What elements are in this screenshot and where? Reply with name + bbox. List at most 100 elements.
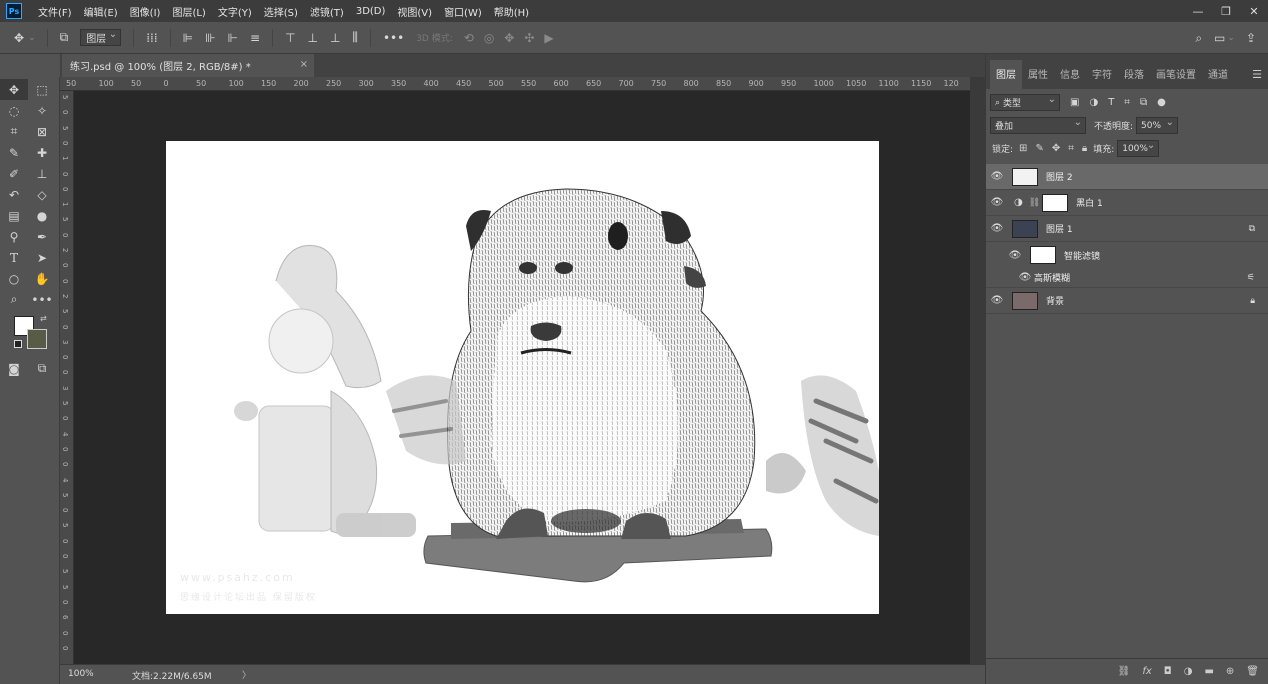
add-mask-icon[interactable]: ◘ xyxy=(1164,666,1172,677)
mask-link-icon[interactable]: ⛓︎ xyxy=(1029,198,1040,208)
transform-controls-icon[interactable]: ⁞⁞⁞ xyxy=(146,31,157,45)
distribute-vertical-icon[interactable]: ≡ xyxy=(250,31,260,45)
lock-position-icon[interactable]: ✥ xyxy=(1052,143,1060,154)
menu-help[interactable]: 帮助(H) xyxy=(488,4,535,19)
menu-view[interactable]: 视图(V) xyxy=(391,4,438,19)
new-group-icon[interactable]: ▬ xyxy=(1204,666,1213,677)
visibility-eye-icon[interactable]: 👁︎ xyxy=(1004,250,1026,261)
menu-edit[interactable]: 编辑(E) xyxy=(78,4,124,19)
lock-transparent-icon[interactable]: ⊞ xyxy=(1019,143,1027,154)
align-center-icon[interactable]: ⊪ xyxy=(205,31,215,45)
visibility-eye-icon[interactable]: 👁︎ xyxy=(986,295,1008,306)
layer-row-black-white[interactable]: 👁︎ ◑ ⛓︎ 黑白 1 xyxy=(986,190,1268,216)
blend-mode-select[interactable]: 叠加 xyxy=(990,117,1086,134)
ellipse-tool-icon[interactable]: ○ xyxy=(0,268,28,289)
menu-filter[interactable]: 滤镜(T) xyxy=(304,4,350,19)
more-options-icon[interactable]: ••• xyxy=(383,31,404,45)
visibility-eye-icon[interactable]: 👁︎ xyxy=(986,223,1008,234)
fill-input[interactable]: 100% xyxy=(1117,140,1160,157)
document-tab[interactable]: 练习.psd @ 100% (图层 2, RGB/8#) * × xyxy=(62,54,314,77)
frame-tool-icon[interactable]: ⊠ xyxy=(28,121,56,142)
document-canvas[interactable]: www.psahz.com 思缘设计论坛出品 保留版权 xyxy=(166,141,879,614)
menu-select[interactable]: 选择(S) xyxy=(258,4,304,19)
delete-layer-icon[interactable]: 🗑︎ xyxy=(1246,666,1259,677)
menu-file[interactable]: 文件(F) xyxy=(32,4,78,19)
close-tab-icon[interactable]: × xyxy=(300,59,308,70)
smart-filters-row[interactable]: 👁︎ 智能滤镜 xyxy=(986,242,1268,268)
hand-tool-icon[interactable]: ✋ xyxy=(28,268,56,289)
align-bottom-icon[interactable]: ⊥ xyxy=(330,31,340,45)
gradient-tool-icon[interactable]: ▤ xyxy=(0,205,28,226)
align-right-icon[interactable]: ⊩ xyxy=(228,31,238,45)
menu-image[interactable]: 图像(I) xyxy=(124,4,167,19)
new-layer-icon[interactable]: ⊕ xyxy=(1226,666,1234,677)
layer-row-background[interactable]: 👁︎ 背景 🔒︎ xyxy=(986,288,1268,314)
healing-brush-tool-icon[interactable]: ✚ xyxy=(28,142,56,163)
magic-wand-tool-icon[interactable]: ✧ xyxy=(28,100,56,121)
opacity-input[interactable]: 50% xyxy=(1136,117,1179,134)
eraser-tool-icon[interactable]: ◇ xyxy=(28,184,56,205)
panel-menu-icon[interactable]: ☰ xyxy=(1252,68,1262,81)
distribute-horizontal-icon[interactable]: ⫼ xyxy=(352,30,358,45)
menu-layer[interactable]: 图层(L) xyxy=(166,4,211,19)
align-top-icon[interactable]: ⊤ xyxy=(285,31,295,45)
tab-channels[interactable]: 通道 xyxy=(1202,66,1234,89)
menu-type[interactable]: 文字(Y) xyxy=(212,4,258,19)
lasso-tool-icon[interactable]: ◌ xyxy=(0,100,28,121)
tab-character[interactable]: 字符 xyxy=(1086,66,1118,89)
share-icon[interactable]: ⇪ xyxy=(1246,31,1256,45)
filter-smart-object-icon[interactable]: ⧉ xyxy=(1140,97,1147,108)
canvas-vertical-scrollbar[interactable] xyxy=(970,77,985,664)
filter-type-icon[interactable]: T xyxy=(1108,97,1114,108)
new-adjustment-icon[interactable]: ◑ xyxy=(1184,666,1193,677)
filter-toggle-icon[interactable]: ● xyxy=(1157,97,1166,108)
crop-tool-icon[interactable]: ⌗ xyxy=(0,121,28,142)
layer-filter-kind-select[interactable]: ⌕ 类型 xyxy=(990,94,1060,111)
visibility-eye-icon[interactable]: 👁︎ xyxy=(986,197,1008,208)
screen-mode-icon[interactable]: ⧉ xyxy=(28,358,56,379)
brush-tool-icon[interactable]: ✐ xyxy=(0,163,28,184)
background-color-swatch[interactable] xyxy=(27,329,47,349)
move-tool-preset-icon[interactable]: ✥ xyxy=(14,31,24,45)
lock-artboard-icon[interactable]: ⌗ xyxy=(1068,143,1074,154)
marquee-tool-icon[interactable]: ⬚ xyxy=(28,79,56,100)
history-brush-tool-icon[interactable]: ↶ xyxy=(0,184,28,205)
align-middle-icon[interactable]: ⊥ xyxy=(308,31,318,45)
canvas-area[interactable]: www.psahz.com 思缘设计论坛出品 保留版权 xyxy=(74,91,970,664)
dodge-tool-icon[interactable]: ⚲ xyxy=(0,226,28,247)
restore-icon[interactable]: ❐ xyxy=(1212,5,1240,18)
preset-chevron-icon[interactable]: ⌄ xyxy=(28,33,36,43)
layer-style-icon[interactable]: fx xyxy=(1142,666,1151,677)
tab-paragraph[interactable]: 段落 xyxy=(1118,66,1150,89)
visibility-eye-icon[interactable]: 👁︎ xyxy=(1018,272,1032,283)
filter-options-icon[interactable]: ⚟ xyxy=(1247,273,1255,283)
align-left-icon[interactable]: ⊫ xyxy=(183,31,193,45)
path-selection-tool-icon[interactable]: ➤ xyxy=(28,247,56,268)
eyedropper-tool-icon[interactable]: ✎ xyxy=(0,142,28,163)
link-layers-icon[interactable]: ⛓︎ xyxy=(1118,666,1131,677)
close-window-icon[interactable]: ✕ xyxy=(1240,5,1268,18)
move-tool-icon[interactable]: ✥ xyxy=(0,79,28,100)
search-icon[interactable]: ⌕ xyxy=(1195,31,1202,46)
auto-select-icon[interactable]: ⧉ xyxy=(60,30,69,45)
quick-mask-icon[interactable]: ◙ xyxy=(0,358,28,379)
type-tool-icon[interactable]: T xyxy=(0,247,28,268)
menu-3d[interactable]: 3D(D) xyxy=(350,6,392,17)
filter-shape-icon[interactable]: ⌗ xyxy=(1124,97,1130,108)
zoom-level[interactable]: 100% xyxy=(68,669,94,679)
lock-image-icon[interactable]: ✎ xyxy=(1035,143,1043,154)
vertical-ruler[interactable]: 5 0 5 0 1 0 0 1 5 0 2 0 0 2 5 0 3 0 0 3 5 0 4 0 0 4 5 0 5 0 0 5 5 0 6 0 0 xyxy=(60,91,74,664)
blur-tool-icon[interactable]: ● xyxy=(28,205,56,226)
default-colors-icon[interactable] xyxy=(14,340,22,348)
swap-colors-icon[interactable]: ⇄ xyxy=(40,314,47,323)
tab-info[interactable]: 信息 xyxy=(1054,66,1086,89)
minimize-icon[interactable]: — xyxy=(1184,5,1212,18)
pen-tool-icon[interactable]: ✒ xyxy=(28,226,56,247)
auto-select-target-select[interactable]: 图层 xyxy=(80,29,122,46)
filter-adjustment-icon[interactable]: ◑ xyxy=(1089,97,1098,108)
tab-properties[interactable]: 属性 xyxy=(1022,66,1054,89)
lock-all-icon[interactable]: 🔒︎ xyxy=(1082,143,1087,154)
workspace-chevron-icon[interactable]: ⌄ xyxy=(1227,33,1235,43)
layer-row-layer1[interactable]: 👁︎ 图层 1 ⧉ xyxy=(986,216,1268,242)
clone-stamp-tool-icon[interactable]: ⊥ xyxy=(28,163,56,184)
